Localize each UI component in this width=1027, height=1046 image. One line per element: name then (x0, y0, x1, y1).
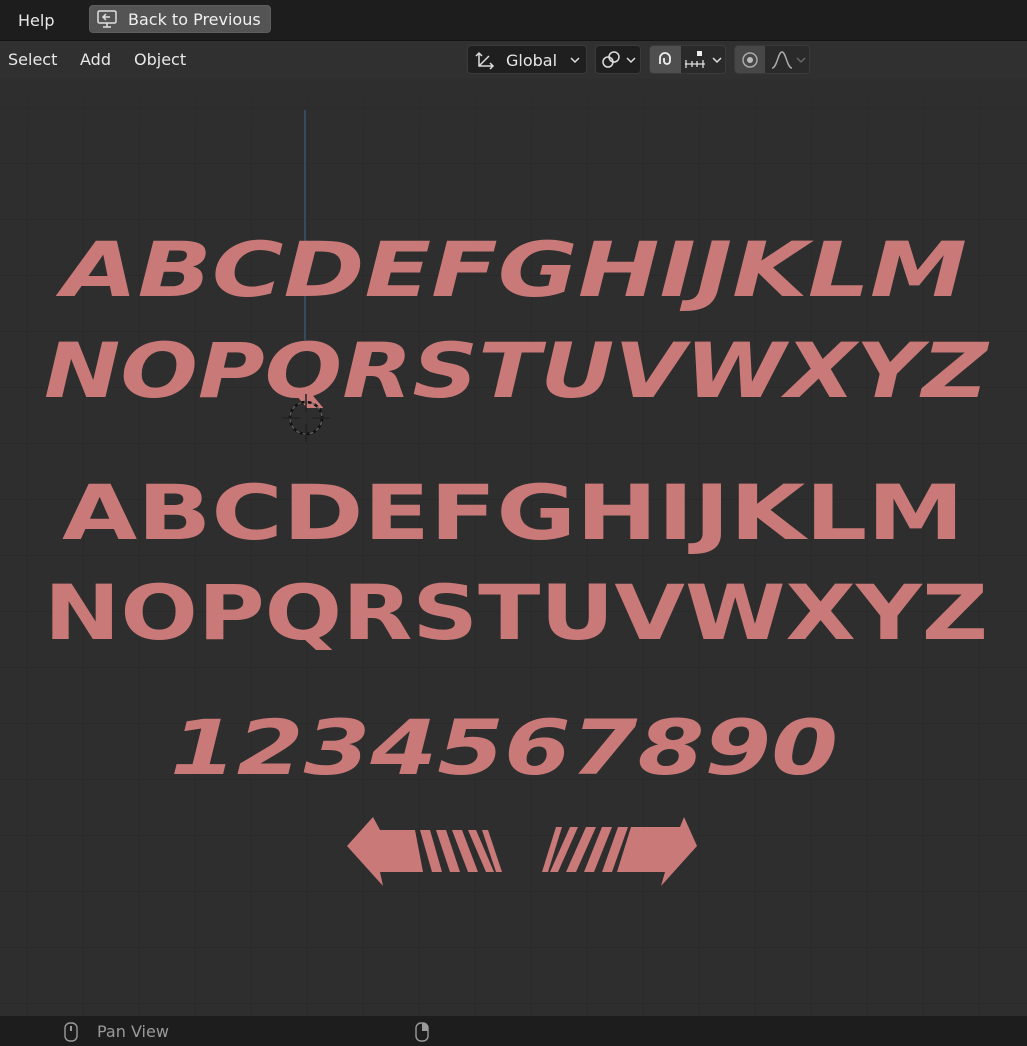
orientation-value: Global (506, 51, 558, 70)
pivot-point-dropdown[interactable] (595, 45, 641, 74)
falloff-curve-icon[interactable] (771, 50, 793, 70)
object-menu[interactable]: Object (134, 50, 186, 69)
proportional-circle-icon (742, 52, 758, 68)
regular-uppercase-row-1[interactable]: ABCDEFGHIJKLM (62, 468, 964, 557)
help-menu[interactable]: Help (18, 11, 54, 30)
back-to-previous-button[interactable]: Back to Previous (89, 5, 271, 33)
mouse-right-icon (415, 1022, 429, 1042)
viewport-header: Select Add Object Global (0, 41, 1027, 79)
proportional-editing-toggle[interactable] (735, 46, 765, 73)
mouse-middle-icon (64, 1022, 78, 1042)
magnet-icon (659, 52, 671, 65)
back-to-previous-label: Back to Previous (128, 9, 261, 29)
viewport-canvas: ABCDEFGHIJKLM NOPQRSTUVWXYZ ABCDEFGHIJKL… (0, 79, 1027, 1016)
proportional-editing-group (734, 45, 810, 74)
digits-row[interactable]: 1234567890 (170, 703, 838, 792)
pivot-link-icon (602, 51, 620, 68)
chevron-down-icon (712, 57, 722, 64)
regular-uppercase-row-2[interactable]: NOPQRSTUVWXYZ (44, 568, 988, 657)
grid-fade (0, 79, 1027, 139)
status-bar: Pan View (0, 1016, 1027, 1046)
pan-view-hint: Pan View (97, 1022, 169, 1041)
chevron-down-icon (626, 57, 636, 64)
orientation-axes-icon (475, 51, 495, 70)
top-bar: Help Back to Previous (0, 0, 1027, 41)
snap-increment-icon (685, 51, 705, 68)
chevron-down-icon (796, 57, 806, 64)
italic-uppercase-row-1[interactable]: ABCDEFGHIJKLM (56, 225, 967, 314)
transform-orientation-dropdown[interactable]: Global (467, 45, 587, 74)
select-menu[interactable]: Select (8, 50, 57, 69)
add-menu[interactable]: Add (80, 50, 111, 69)
back-screen-icon (97, 10, 117, 28)
italic-uppercase-row-2[interactable]: NOPQRSTUVWXYZ (44, 326, 990, 415)
snap-toggle-button[interactable] (650, 46, 681, 73)
snap-group (649, 45, 726, 74)
chevron-down-icon (570, 57, 580, 64)
3d-viewport[interactable]: ABCDEFGHIJKLM NOPQRSTUVWXYZ ABCDEFGHIJKL… (0, 79, 1027, 1016)
